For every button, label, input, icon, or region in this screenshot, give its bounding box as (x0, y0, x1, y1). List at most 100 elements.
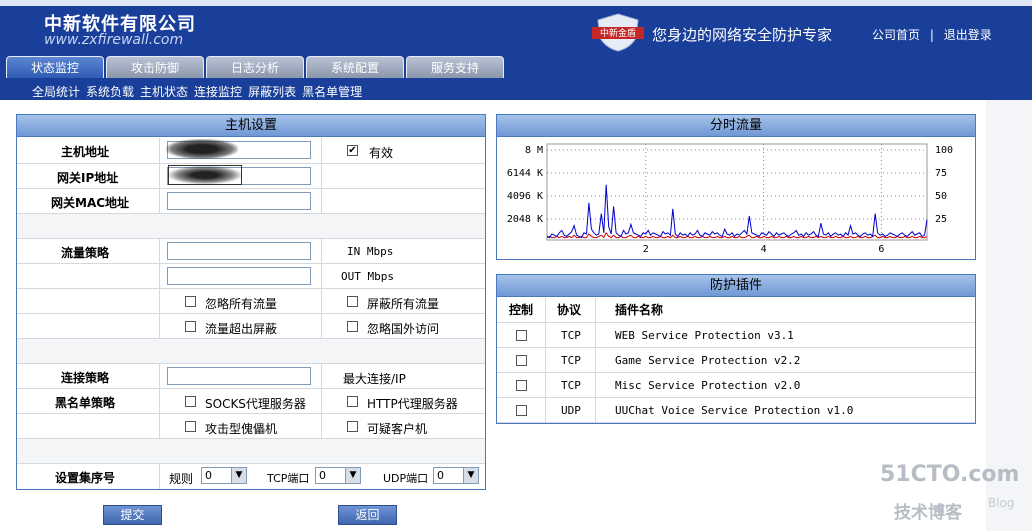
back-button[interactable]: 返回 (338, 505, 397, 525)
cluster-row: 设置集序号 规则 0 ▼ TCP端口 0 ▼ UDP端口 0 ▼ (17, 463, 485, 489)
plugin-protocol: TCP (561, 379, 581, 392)
tab-system-config[interactable]: 系统配置 (306, 56, 404, 78)
rule-label: 规则 (169, 472, 194, 486)
tab-attack-defense[interactable]: 攻击防御 (106, 56, 204, 78)
redaction-scribble (166, 139, 238, 159)
blacklist-policy-label: 黑名单策略 (55, 396, 116, 410)
plugin-enable-checkbox[interactable] (516, 380, 527, 391)
traffic-options-row-2: 流量超出屏蔽 忽略国外访问 (17, 313, 485, 338)
plugin-protocol: TCP (561, 329, 581, 342)
plugin-name: WEB Service Protection v3.1 (615, 329, 794, 342)
host-address-input[interactable] (166, 139, 311, 159)
subnav-connection-monitor[interactable]: 连接监控 (194, 83, 242, 100)
tab-status-monitor[interactable]: 状态监控 (6, 56, 104, 78)
company-url: www.zxfirewall.com (44, 32, 184, 48)
ignore-foreign-checkbox[interactable] (347, 321, 358, 332)
zombie-host-checkbox[interactable] (185, 421, 196, 432)
spacer-row (17, 438, 485, 463)
subnav-system-load[interactable]: 系统负载 (86, 83, 134, 100)
in-mbps-unit: IN Mbps (347, 245, 394, 258)
over-limit-block-label: 流量超出屏蔽 (205, 322, 278, 336)
tcp-select-value: 0 (319, 469, 326, 482)
host-address-label: 主机地址 (61, 145, 110, 159)
link-separator: | (929, 28, 934, 42)
cluster-number-label: 设置集序号 (55, 471, 116, 485)
http-proxy-label: HTTP代理服务器 (367, 397, 458, 411)
host-settings-title: 主机设置 (17, 115, 485, 137)
suspicious-client-checkbox[interactable] (347, 421, 358, 432)
traffic-chart-panel: 分时流量 8 M 100 6144 K 75 4096 K 50 2048 K 25 2 4 6 (496, 114, 976, 260)
udp-port-label: UDP端口 (383, 472, 429, 485)
dropdown-arrow-icon: ▼ (463, 468, 478, 483)
header-protocol: 协议 (557, 303, 582, 317)
plugin-table: 控制 协议 插件名称 TCP WEB Service Protection v3… (497, 298, 975, 423)
over-limit-block-checkbox[interactable] (185, 321, 196, 332)
gateway-mac-row: 网关MAC地址 (17, 188, 485, 213)
protection-plugin-panel: 防护插件 控制 协议 插件名称 TCP WEB Service Protecti… (496, 274, 976, 424)
plugin-table-header: 控制 协议 插件名称 (497, 298, 975, 323)
udp-port-select[interactable]: 0 ▼ (433, 467, 479, 484)
tab-service-support[interactable]: 服务支持 (406, 56, 504, 78)
zombie-host-label: 攻击型傀儡机 (205, 422, 278, 436)
gateway-ip-label: 网关IP地址 (57, 171, 119, 185)
block-all-traffic-label: 屏蔽所有流量 (367, 297, 440, 311)
table-row: UDP UUChat Voice Service Protection v1.0 (497, 398, 975, 423)
ignore-all-traffic-checkbox[interactable] (185, 296, 196, 307)
y-tick-label-left: 8 M (525, 145, 543, 156)
subnav-blacklist-manage[interactable]: 黑名单管理 (302, 83, 362, 100)
gateway-mac-input[interactable] (167, 192, 311, 210)
traffic-out-input[interactable] (167, 267, 311, 285)
traffic-in-input[interactable] (167, 242, 311, 260)
table-row: TCP WEB Service Protection v3.1 (497, 323, 975, 348)
valid-label: 有效 (369, 146, 394, 160)
host-address-row: 主机地址 ✔ 有效 (17, 138, 485, 163)
rule-select[interactable]: 0 ▼ (201, 467, 247, 484)
suspicious-client-label: 可疑客户机 (367, 422, 428, 436)
traffic-chart-svg: 8 M 100 6144 K 75 4096 K 50 2048 K 25 2 4 6 (507, 143, 953, 255)
plugin-name: UUChat Voice Service Protection v1.0 (615, 404, 854, 417)
max-connection-label: 最大连接/IP (343, 372, 406, 386)
subnav-host-status[interactable]: 主机状态 (140, 83, 188, 100)
header-plugin-name: 插件名称 (615, 303, 664, 317)
socks-proxy-label: SOCKS代理服务器 (205, 397, 306, 411)
socks-proxy-checkbox[interactable] (185, 396, 196, 407)
brand-slogan: 您身边的网络安全防护专家 (652, 26, 833, 44)
table-row: TCP Misc Service Protection v2.0 (497, 373, 975, 398)
traffic-options-row-1: 忽略所有流量 屏蔽所有流量 (17, 288, 485, 313)
connection-row: 连接策略 最大连接/IP (17, 363, 485, 388)
tab-log-analysis[interactable]: 日志分析 (206, 56, 304, 78)
traffic-policy-label: 流量策略 (61, 246, 110, 260)
header-control: 控制 (509, 303, 534, 317)
block-all-traffic-checkbox[interactable] (347, 296, 358, 307)
y-tick-label-left: 6144 K (507, 168, 543, 179)
traffic-chart: 8 M 100 6144 K 75 4096 K 50 2048 K 25 2 4 6 (497, 138, 977, 256)
y-tick-label-right: 50 (935, 191, 947, 202)
watermark-blog: Blog (988, 496, 1015, 510)
connection-policy-label: 连接策略 (61, 371, 110, 385)
home-link[interactable]: 公司首页 (872, 28, 920, 42)
valid-checkbox[interactable]: ✔ (347, 145, 358, 156)
traffic-chart-title: 分时流量 (497, 115, 975, 137)
ignore-all-traffic-label: 忽略所有流量 (205, 297, 278, 311)
x-tick-label: 2 (643, 244, 649, 255)
plugin-name: Game Service Protection v2.2 (615, 354, 801, 367)
badge-text: 中新金盾 (600, 27, 636, 39)
watermark-site: 51CTO.com (880, 462, 1020, 487)
max-connection-input[interactable] (167, 367, 311, 385)
gateway-ip-input[interactable] (167, 165, 311, 185)
spacer-row (17, 213, 485, 238)
tcp-port-label: TCP端口 (267, 472, 310, 485)
plugin-enable-checkbox[interactable] (516, 355, 527, 366)
plugin-enable-checkbox[interactable] (516, 330, 527, 341)
subnav-block-list[interactable]: 屏蔽列表 (248, 83, 296, 100)
gateway-mac-label: 网关MAC地址 (51, 196, 130, 210)
tcp-port-select[interactable]: 0 ▼ (315, 467, 361, 484)
http-proxy-checkbox[interactable] (347, 396, 358, 407)
submit-button[interactable]: 提交 (103, 505, 162, 525)
spacer-row (17, 338, 485, 363)
y-tick-label-right: 25 (935, 214, 947, 225)
plugin-enable-checkbox[interactable] (516, 405, 527, 416)
logout-link[interactable]: 退出登录 (944, 28, 992, 42)
blacklist-row-2: 攻击型傀儡机 可疑客户机 (17, 413, 485, 438)
subnav-global-stats[interactable]: 全局统计 (32, 83, 80, 100)
